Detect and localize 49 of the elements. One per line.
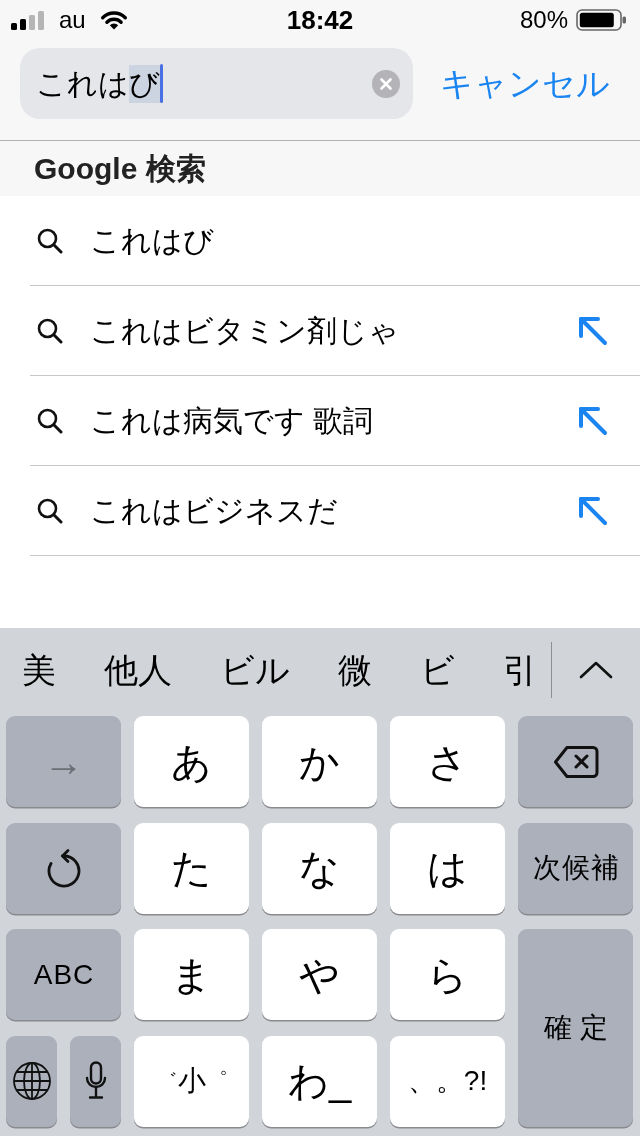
- suggestion-text[interactable]: これは病気です 歌詞: [90, 405, 374, 436]
- suggestion-text[interactable]: これはビジネスだ: [90, 495, 338, 526]
- arrow-up-left-icon[interactable]: [578, 495, 608, 526]
- candidate-word[interactable]: 微: [338, 653, 372, 687]
- delete-key[interactable]: [518, 716, 633, 807]
- kana-key[interactable]: や: [262, 929, 377, 1020]
- search-field[interactable]: これはび: [20, 48, 413, 119]
- chevron-up-icon[interactable]: [579, 661, 613, 679]
- carrier-name: au: [59, 8, 86, 32]
- kana-key[interactable]: ま: [134, 929, 249, 1020]
- cancel-link[interactable]: キャンセル: [440, 67, 610, 100]
- symbol-key[interactable]: 、。?!: [390, 1035, 505, 1127]
- backspace-icon: [552, 744, 599, 779]
- arrow-up-left-icon[interactable]: [578, 315, 608, 346]
- function-key[interactable]: 次候補: [518, 822, 633, 914]
- section-title: Google 検索: [34, 153, 206, 184]
- clock-time: 18:42: [286, 7, 354, 33]
- globe-icon: [11, 1061, 52, 1101]
- function-key[interactable]: ABC: [6, 929, 121, 1020]
- suggestion-text[interactable]: これはビタミン剤じゃ: [90, 315, 399, 346]
- search-icon: [37, 497, 63, 524]
- signal-icon: [11, 10, 45, 30]
- battery-percent: 80%: [519, 8, 568, 32]
- circular-arrow-icon: [45, 847, 82, 889]
- candidate-word[interactable]: ビ: [420, 653, 455, 687]
- kana-key[interactable]: ら: [390, 929, 505, 1020]
- search-icon: [37, 227, 63, 254]
- kana-key[interactable]: た: [134, 822, 249, 914]
- search-icon: [37, 407, 63, 434]
- confirm-key[interactable]: 確定: [518, 929, 633, 1127]
- globe-key[interactable]: [6, 1035, 57, 1127]
- kana-key[interactable]: あ: [134, 716, 249, 807]
- arrow-up-left-icon[interactable]: [578, 405, 608, 436]
- kana-key[interactable]: は: [390, 822, 505, 914]
- candidate-word[interactable]: 美: [22, 653, 56, 687]
- candidate-word[interactable]: ビル: [220, 653, 290, 687]
- wifi-icon: [99, 10, 128, 30]
- mic-key[interactable]: [70, 1035, 121, 1127]
- search-icon: [37, 317, 63, 344]
- kana-key[interactable]: わ_: [262, 1035, 377, 1127]
- candidate-word[interactable]: 他人: [104, 653, 172, 687]
- kana-key[interactable]: さ: [390, 716, 505, 807]
- kana-key[interactable]: か: [262, 716, 377, 807]
- suggestion-text[interactable]: これはび: [90, 225, 214, 256]
- battery-icon: [576, 9, 628, 31]
- kana-key[interactable]: な: [262, 822, 377, 914]
- microphone-icon: [83, 1061, 108, 1101]
- candidate-word[interactable]: 引: [503, 653, 537, 687]
- undo-key[interactable]: [6, 822, 121, 914]
